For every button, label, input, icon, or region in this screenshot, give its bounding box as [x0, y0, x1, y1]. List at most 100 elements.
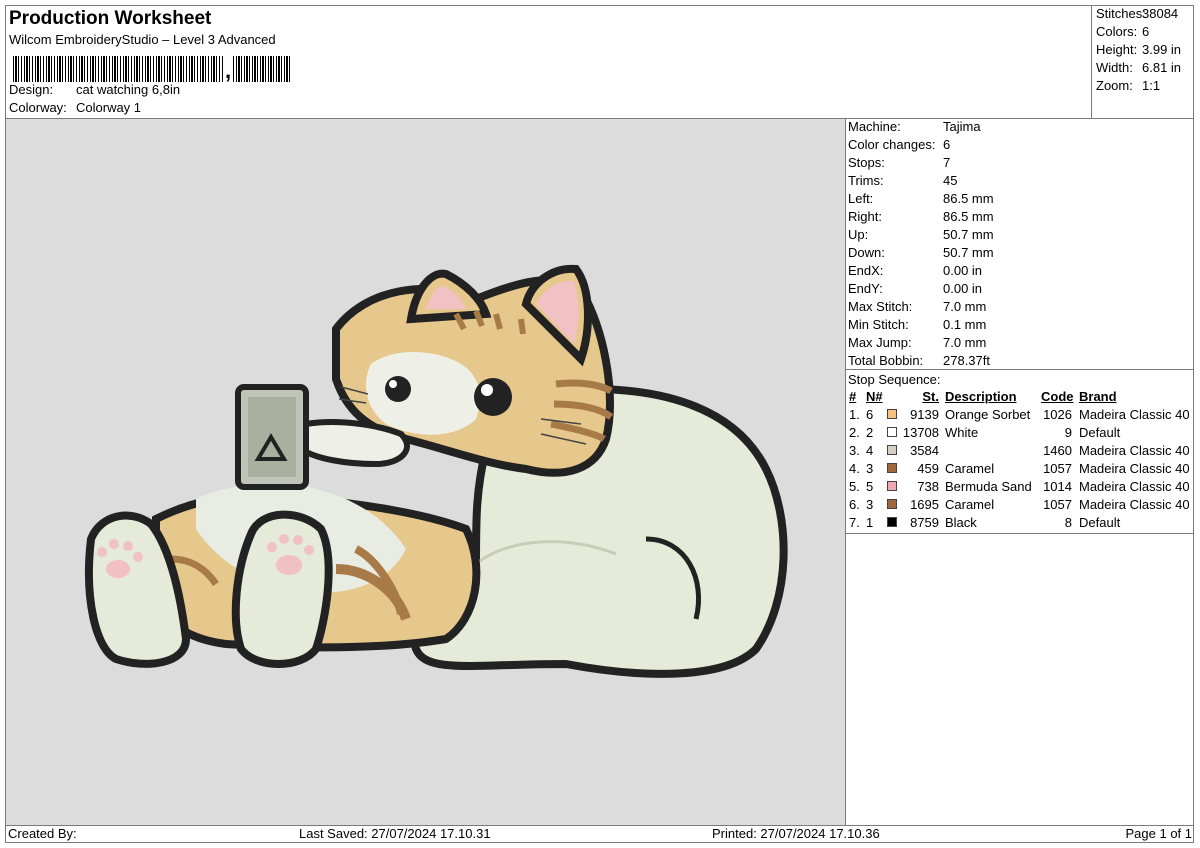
width-label: Width: [1096, 60, 1133, 75]
row-description: White [945, 425, 979, 440]
info-value: 45 [943, 173, 958, 188]
info-label: Max Stitch: [848, 299, 913, 314]
last-saved: Last Saved: 27/07/2024 17.10.31 [299, 826, 491, 841]
row-num: 6. [849, 497, 860, 512]
info-value: 0.00 in [943, 263, 983, 278]
info-label: Color changes: [848, 137, 936, 152]
width-value: 6.81 in [1142, 60, 1182, 75]
stop-sequence-title: Stop Sequence: [848, 372, 941, 387]
row-num: 5. [849, 479, 860, 494]
software-name: Wilcom EmbroideryStudio – Level 3 Advanc… [9, 32, 276, 47]
colorway-value: Colorway 1 [76, 100, 142, 115]
info-label: Min Stitch: [848, 317, 909, 332]
row-code: 9 [1064, 425, 1072, 440]
info-label: Trims: [848, 173, 884, 188]
design-value: cat watching 6,8in [76, 82, 181, 97]
row-brand: Madeira Classic 40 [1079, 443, 1190, 458]
color-swatch [887, 499, 897, 509]
info-value: Tajima [943, 119, 981, 134]
row-num: 2. [849, 425, 860, 440]
page-number: Page 1 of 1 [1125, 826, 1193, 841]
color-swatch [887, 517, 897, 527]
barcode: , [13, 56, 293, 82]
color-swatch [887, 427, 897, 437]
barcode-bars [13, 56, 223, 82]
row-brand: Default [1079, 515, 1121, 530]
table-row: 5. 5 738 Bermuda Sand 1014 Madeira Classic 40 [846, 479, 1194, 497]
row-stitches: 738 [917, 479, 939, 494]
row-stitches: 9139 [910, 407, 939, 422]
row-needle: 3 [866, 461, 874, 476]
row-num: 3. [849, 443, 860, 458]
col-num: # [849, 389, 857, 404]
col-brand: Brand [1079, 389, 1117, 404]
table-row: 7. 1 8759 Black 8 Default [846, 515, 1194, 533]
row-code: 8 [1064, 515, 1072, 530]
col-description: Description [945, 389, 1017, 404]
row-needle: 4 [866, 443, 874, 458]
row-needle: 6 [866, 407, 874, 422]
col-code: Code [1041, 389, 1074, 404]
row-brand: Default [1079, 425, 1121, 440]
info-label: Max Jump: [848, 335, 912, 350]
table-header: # N# St. Description Code Brand [846, 389, 1194, 407]
table-row: 3. 4 3584 1460 Madeira Classic 40 [846, 443, 1194, 461]
table-row: 6. 3 1695 Caramel 1057 Madeira Classic 40 [846, 497, 1194, 515]
info-value: 0.1 mm [943, 317, 987, 332]
row-stitches: 13708 [902, 425, 939, 440]
row-needle: 1 [866, 515, 874, 530]
row-code: 1460 [1043, 443, 1072, 458]
table-row: 4. 3 459 Caramel 1057 Madeira Classic 40 [846, 461, 1194, 479]
row-needle: 5 [866, 479, 874, 494]
table-row: 1. 6 9139 Orange Sorbet 1026 Madeira Classic … [846, 407, 1194, 425]
info-value: 86.5 mm [943, 209, 994, 224]
info-value: 6 [943, 137, 951, 152]
printed-date: Printed: 27/07/2024 17.10.36 [712, 826, 880, 841]
row-num: 4. [849, 461, 860, 476]
info-value: 7.0 mm [943, 299, 987, 314]
color-swatch [887, 481, 897, 491]
colorway-row: Colorway: Colorway 1 [9, 100, 141, 115]
zoom-label: Zoom: [1096, 78, 1133, 93]
info-value: 0.00 in [943, 281, 983, 296]
row-brand: Madeira Classic 40 [1079, 461, 1190, 476]
row-num: 7. [849, 515, 860, 530]
col-stitches: St. [922, 389, 939, 404]
info-value: 86.5 mm [943, 191, 994, 206]
row-brand: Madeira Classic 40 [1079, 479, 1190, 494]
stitches-value: 38084 [1142, 6, 1179, 21]
row-stitches: 1695 [910, 497, 939, 512]
barcode-bars-2 [233, 56, 292, 82]
row-num: 1. [849, 407, 860, 422]
design-row: Design: cat watching 6,8in [9, 82, 180, 97]
design-label: Design: [9, 82, 54, 97]
info-label: EndX: [848, 263, 884, 278]
row-code: 1057 [1043, 497, 1072, 512]
color-swatch [887, 463, 897, 473]
color-swatch [887, 409, 897, 419]
row-description: Black [945, 515, 977, 530]
info-value: 50.7 mm [943, 227, 994, 242]
col-needle: N# [866, 389, 883, 404]
info-value: 278.37ft [943, 353, 990, 368]
summary-stats: Stitches:38084 Colors: 6 Height: 3.99 in W… [1091, 5, 1194, 118]
info-label: Right: [848, 209, 882, 224]
height-value: 3.99 in [1142, 42, 1182, 57]
info-label: EndY: [848, 281, 883, 296]
info-label: Up: [848, 227, 869, 242]
row-brand: Madeira Classic 40 [1079, 407, 1190, 422]
row-code: 1014 [1043, 479, 1072, 494]
row-stitches: 8759 [910, 515, 939, 530]
page-title: Production Worksheet [9, 8, 212, 29]
row-code: 1026 [1043, 407, 1072, 422]
row-description: Caramel [945, 461, 995, 476]
info-value: 7 [943, 155, 951, 170]
color-swatch [887, 445, 897, 455]
info-label: Left: [848, 191, 874, 206]
zoom-value: 1:1 [1142, 78, 1161, 93]
row-brand: Madeira Classic 40 [1079, 497, 1190, 512]
created-by: Created By: [8, 826, 77, 841]
row-code: 1057 [1043, 461, 1072, 476]
info-value: 50.7 mm [943, 245, 994, 260]
row-description: Caramel [945, 497, 995, 512]
